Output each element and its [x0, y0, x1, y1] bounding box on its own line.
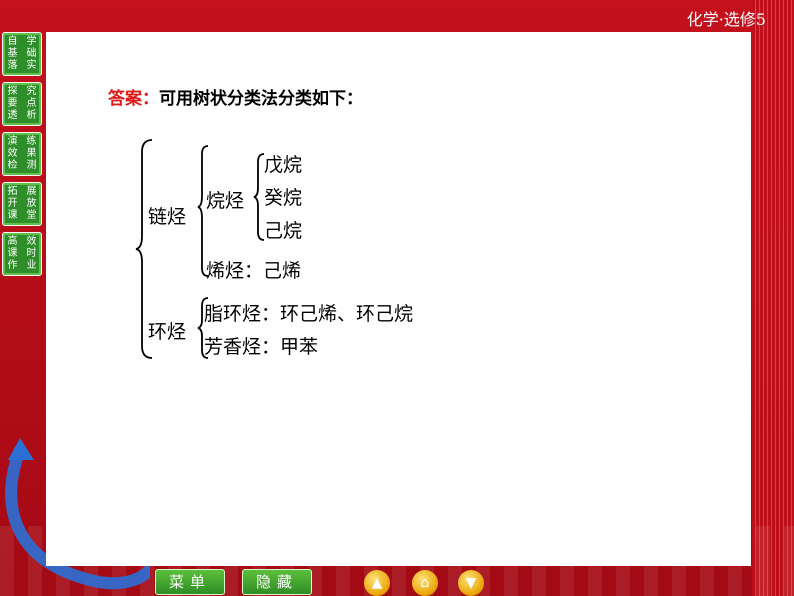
alkane-item: 戊烷: [264, 154, 303, 176]
sidebar-char: 放: [26, 198, 37, 209]
sidebar-item-practice[interactable]: 演练 效果 检测: [2, 132, 42, 176]
hide-button[interactable]: 隐藏: [242, 569, 312, 595]
alkene: 烯烃：己烯: [206, 260, 302, 282]
content-panel: 答案：可用树状分类法分类如下： 链烃 烷烃 戊烷 癸烷 己烷 烯烃：己烯 环烃 …: [46, 32, 751, 566]
sidebar-char: 拓: [7, 186, 18, 197]
sidebar-char: 效: [26, 236, 37, 247]
sidebar-char: 检: [7, 160, 18, 171]
sidebar-char: 效: [7, 148, 18, 159]
sidebar-char: 高: [7, 236, 18, 247]
sidebar-char: 演: [7, 136, 18, 147]
next-arrow-icon[interactable]: ▼: [458, 570, 484, 596]
sidebar-nav: 自学 基础 落实 探究 要点 透析 演练 效果 检测 拓展 开放 课堂 高效 课…: [2, 32, 46, 282]
sidebar-char: 业: [26, 260, 37, 271]
chain-hydrocarbon: 链烃: [148, 206, 187, 228]
answer-text: 可用树状分类法分类如下：: [159, 89, 363, 109]
sidebar-char: 作: [7, 260, 18, 271]
sidebar-char: 课: [7, 210, 18, 221]
home-icon[interactable]: ⌂: [412, 570, 438, 596]
menu-button[interactable]: 菜单: [155, 569, 225, 595]
sidebar-char: 透: [7, 110, 18, 121]
alkane-item: 己烷: [264, 220, 303, 242]
answer-line: 答案：可用树状分类法分类如下：: [108, 84, 363, 109]
sidebar-char: 堂: [26, 210, 37, 221]
sidebar-char: 展: [26, 186, 37, 197]
sidebar-item-explore[interactable]: 探究 要点 透析: [2, 82, 42, 126]
sidebar-item-homework[interactable]: 高效 课时 作业: [2, 232, 42, 276]
sidebar-char: 实: [26, 60, 37, 71]
sidebar-char: 果: [26, 148, 37, 159]
alkane: 烷烃: [206, 190, 245, 212]
sidebar-char: 练: [26, 136, 37, 147]
cyclic-item: 脂环烃：环己烯、环己烷: [204, 303, 414, 325]
sidebar-char: 析: [26, 110, 37, 121]
cyclic-hydrocarbon: 环烃: [148, 321, 187, 343]
sidebar-char: 落: [7, 60, 18, 71]
sidebar-char: 自: [7, 36, 18, 47]
answer-label: 答案：: [108, 89, 159, 109]
sidebar-item-self-study[interactable]: 自学 基础 落实: [2, 32, 42, 76]
sidebar-char: 础: [26, 48, 37, 59]
alkane-item: 癸烷: [264, 187, 303, 209]
sidebar-char: 学: [26, 36, 37, 47]
sidebar-char: 开: [7, 198, 18, 209]
cyclic-item: 芳香烃：甲苯: [204, 336, 319, 358]
sidebar-char: 课: [7, 248, 18, 259]
right-stripe-decoration: [752, 0, 794, 596]
course-title: 化学·选修5: [686, 10, 766, 29]
sidebar-char: 基: [7, 48, 18, 59]
sidebar-char: 探: [7, 86, 18, 97]
sidebar-char: 测: [26, 160, 37, 171]
sidebar-char: 究: [26, 86, 37, 97]
sidebar-item-extension[interactable]: 拓展 开放 课堂: [2, 182, 42, 226]
sidebar-char: 点: [26, 98, 37, 109]
sidebar-char: 要: [7, 98, 18, 109]
previous-arrow-icon[interactable]: ▲: [364, 570, 390, 596]
sidebar-char: 时: [26, 248, 37, 259]
